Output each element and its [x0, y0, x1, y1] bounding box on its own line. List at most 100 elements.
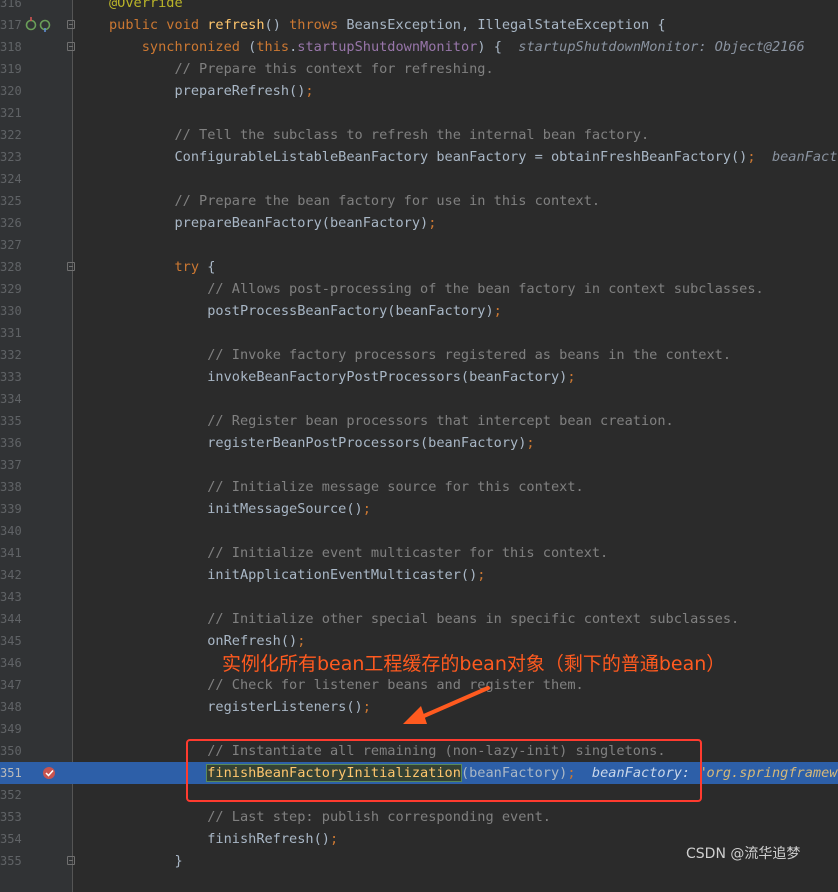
line-number[interactable]: 319	[0, 58, 22, 80]
line-number[interactable]: 332	[0, 344, 22, 366]
code-token: startupShutdownMonitor: Object@2166	[518, 39, 805, 55]
line-number[interactable]: 341	[0, 542, 22, 564]
code-line[interactable]: 333 invokeBeanFactoryPostProcessors(bean…	[0, 366, 838, 388]
line-number[interactable]: 322	[0, 124, 22, 146]
code-token: BeansException, IllegalStateException {	[346, 17, 666, 33]
line-number[interactable]: 349	[0, 718, 22, 740]
code-text: postProcessBeanFactory(beanFactory);	[109, 300, 502, 322]
line-number[interactable]: 328	[0, 256, 22, 278]
line-number[interactable]: 345	[0, 630, 22, 652]
line-number[interactable]: 320	[0, 80, 22, 102]
code-token: invokeBeanFactoryPostProcessors(beanFact…	[109, 369, 568, 385]
code-line[interactable]: 343	[0, 586, 838, 608]
code-token: initMessageSource()	[109, 501, 363, 517]
line-number[interactable]: 353	[0, 806, 22, 828]
code-line[interactable]: 321	[0, 102, 838, 124]
override-implement-icon[interactable]	[24, 14, 64, 36]
code-line[interactable]: 339 initMessageSource();	[0, 498, 838, 520]
line-number[interactable]: 335	[0, 410, 22, 432]
line-number[interactable]: 338	[0, 476, 22, 498]
code-line[interactable]: 340	[0, 520, 838, 542]
code-text: // Invoke factory processors registered …	[109, 344, 731, 366]
code-text: public void refresh() throws BeansExcept…	[109, 14, 666, 36]
code-line[interactable]: 335 // Register bean processors that int…	[0, 410, 838, 432]
code-line[interactable]: 320 prepareRefresh();	[0, 80, 838, 102]
line-number[interactable]: 325	[0, 190, 22, 212]
line-number[interactable]: 336	[0, 432, 22, 454]
code-token: ()	[264, 17, 290, 33]
code-token: onRefresh()	[109, 633, 298, 649]
code-line[interactable]: 330 postProcessBeanFactory(beanFactory);	[0, 300, 838, 322]
code-line[interactable]: 338 // Initialize message source for thi…	[0, 476, 838, 498]
code-line[interactable]: 344 // Initialize other special beans in…	[0, 608, 838, 630]
code-line[interactable]: 331	[0, 322, 838, 344]
code-line[interactable]: 342 initApplicationEventMulticaster();	[0, 564, 838, 586]
code-line[interactable]: 328 try {	[0, 256, 838, 278]
code-line[interactable]: 323 ConfigurableListableBeanFactory bean…	[0, 146, 838, 168]
code-line[interactable]: 336 registerBeanPostProcessors(beanFacto…	[0, 432, 838, 454]
code-line[interactable]: 322 // Tell the subclass to refresh the …	[0, 124, 838, 146]
line-number[interactable]: 329	[0, 278, 22, 300]
fold-marker-icon[interactable]	[67, 856, 75, 865]
line-number[interactable]: 351	[0, 762, 22, 784]
line-number[interactable]: 317	[0, 14, 22, 36]
line-number[interactable]: 339	[0, 498, 22, 520]
line-number[interactable]: 321	[0, 102, 22, 124]
line-number[interactable]: 323	[0, 146, 22, 168]
line-number[interactable]: 327	[0, 234, 22, 256]
code-line[interactable]: 332 // Invoke factory processors registe…	[0, 344, 838, 366]
code-line[interactable]: 325 // Prepare the bean factory for use …	[0, 190, 838, 212]
line-number[interactable]: 333	[0, 366, 22, 388]
code-line[interactable]: 327	[0, 234, 838, 256]
line-number[interactable]: 326	[0, 212, 22, 234]
line-number[interactable]: 354	[0, 828, 22, 850]
code-line[interactable]: 317 public void refresh() throws BeansExc…	[0, 14, 838, 36]
code-line[interactable]: 353 // Last step: publish corresponding …	[0, 806, 838, 828]
code-line[interactable]: 341 // Initialize event multicaster for …	[0, 542, 838, 564]
line-number[interactable]: 324	[0, 168, 22, 190]
code-text: // Check for listener beans and register…	[109, 674, 583, 696]
line-number[interactable]: 343	[0, 586, 22, 608]
line-number[interactable]: 352	[0, 784, 22, 806]
fold-marker-icon[interactable]	[67, 20, 75, 29]
code-text: @Override	[109, 0, 183, 14]
code-token: ;	[362, 501, 371, 517]
line-number[interactable]: 342	[0, 564, 22, 586]
line-number[interactable]: 334	[0, 388, 22, 410]
code-line[interactable]: 324	[0, 168, 838, 190]
line-number[interactable]: 316	[0, 0, 22, 14]
code-token: {	[207, 259, 216, 275]
line-number[interactable]: 318	[0, 36, 22, 58]
line-number[interactable]: 344	[0, 608, 22, 630]
code-line[interactable]: 334	[0, 388, 838, 410]
code-line[interactable]: 337	[0, 454, 838, 476]
code-line[interactable]: 316 @Override	[0, 0, 838, 14]
line-number[interactable]: 350	[0, 740, 22, 762]
fold-marker-icon[interactable]	[67, 42, 75, 51]
code-text: try {	[109, 256, 215, 278]
code-token: ;	[747, 149, 756, 165]
code-line[interactable]: 318 synchronized (this.startupShutdownMo…	[0, 36, 838, 58]
line-number[interactable]: 355	[0, 850, 22, 872]
code-line[interactable]: 319 // Prepare this context for refreshi…	[0, 58, 838, 80]
line-number[interactable]: 337	[0, 454, 22, 476]
code-text: invokeBeanFactoryPostProcessors(beanFact…	[109, 366, 575, 388]
code-line[interactable]: 326 prepareBeanFactory(beanFactory);	[0, 212, 838, 234]
breakpoint-icon[interactable]	[24, 762, 64, 784]
code-text: prepareRefresh();	[109, 80, 313, 102]
fold-marker-icon[interactable]	[67, 262, 75, 271]
code-token: }	[109, 853, 183, 869]
line-number[interactable]: 340	[0, 520, 22, 542]
line-number[interactable]: 346	[0, 652, 22, 674]
line-number[interactable]: 347	[0, 674, 22, 696]
code-text: // Register bean processors that interce…	[109, 410, 674, 432]
line-number[interactable]: 348	[0, 696, 22, 718]
line-number[interactable]: 331	[0, 322, 22, 344]
line-number[interactable]: 330	[0, 300, 22, 322]
code-line[interactable]: 329 // Allows post-processing of the bea…	[0, 278, 838, 300]
code-text: registerListeners();	[109, 696, 371, 718]
